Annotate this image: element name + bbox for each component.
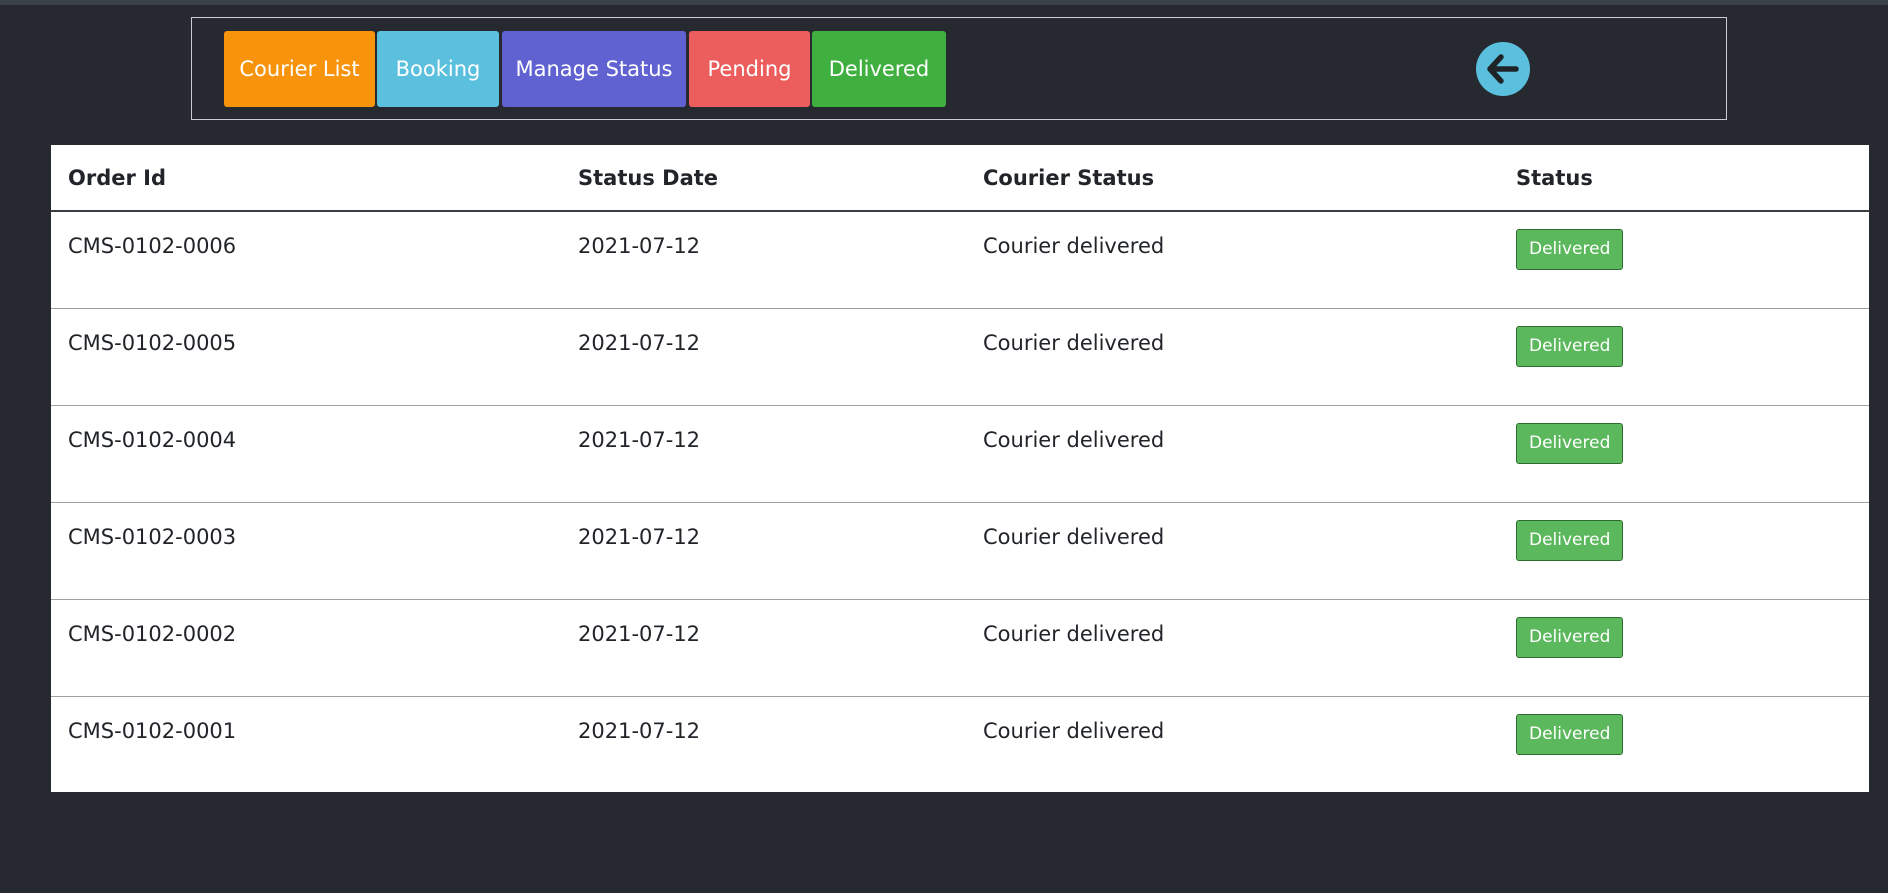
booking-button[interactable]: Booking bbox=[377, 31, 499, 107]
courier-status-cell: Courier delivered bbox=[966, 695, 1499, 793]
status-date-cell: 2021-07-12 bbox=[561, 598, 966, 696]
status-badge: Delivered bbox=[1516, 713, 1624, 755]
order-id-cell: CMS-0102-0003 bbox=[51, 501, 561, 599]
courier-status-cell: Courier delivered bbox=[966, 307, 1499, 405]
status-badge: Delivered bbox=[1516, 229, 1624, 270]
order-id: CMS-0102-0001 bbox=[68, 718, 237, 743]
delivered-button[interactable]: Delivered bbox=[812, 31, 946, 107]
status-cell: Delivered bbox=[1499, 598, 1869, 696]
table-row: CMS-0102-0006 2021-07-12 Courier deliver… bbox=[51, 211, 1869, 308]
courier-status: Courier delivered bbox=[983, 718, 1165, 743]
order-id-cell: CMS-0102-0005 bbox=[51, 307, 561, 405]
courier-status-cell: Courier delivered bbox=[966, 211, 1499, 308]
courier-status: Courier delivered bbox=[983, 427, 1165, 452]
courier-status: Courier delivered bbox=[983, 524, 1165, 549]
courier-status: Courier delivered bbox=[983, 234, 1165, 258]
status-date: 2021-07-12 bbox=[578, 234, 701, 258]
status-date: 2021-07-12 bbox=[578, 330, 701, 355]
status-date: 2021-07-12 bbox=[578, 621, 701, 646]
status-date: 2021-07-12 bbox=[578, 427, 701, 452]
status-badge: Delivered bbox=[1516, 422, 1624, 464]
status-date-cell: 2021-07-12 bbox=[561, 404, 966, 502]
header-status-date: Status Date bbox=[561, 145, 966, 212]
navbar: Courier List Booking Manage Status Pendi… bbox=[191, 17, 1727, 120]
status-table-container: Order Id Status Date Courier Status Stat… bbox=[51, 145, 1869, 793]
order-id-cell: CMS-0102-0001 bbox=[51, 695, 561, 793]
back-button[interactable] bbox=[1476, 42, 1530, 96]
courier-status: Courier delivered bbox=[983, 621, 1165, 646]
status-badge: Delivered bbox=[1516, 616, 1624, 658]
status-date-cell: 2021-07-12 bbox=[561, 695, 966, 793]
order-id: CMS-0102-0005 bbox=[68, 330, 237, 355]
table-row: CMS-0102-0001 2021-07-12 Courier deliver… bbox=[51, 695, 1869, 793]
order-id-cell: CMS-0102-0004 bbox=[51, 404, 561, 502]
header-status: Status bbox=[1499, 145, 1869, 212]
courier-list-button[interactable]: Courier List bbox=[224, 31, 375, 107]
status-date-cell: 2021-07-12 bbox=[561, 501, 966, 599]
status-date-cell: 2021-07-12 bbox=[561, 307, 966, 405]
status-cell: Delivered bbox=[1499, 501, 1869, 599]
order-id: CMS-0102-0003 bbox=[68, 524, 237, 549]
status-cell: Delivered bbox=[1499, 307, 1869, 405]
order-id-cell: CMS-0102-0006 bbox=[51, 211, 561, 308]
table-header-row: Order Id Status Date Courier Status Stat… bbox=[51, 145, 1869, 212]
order-id: CMS-0102-0004 bbox=[68, 427, 237, 452]
pending-button[interactable]: Pending bbox=[689, 31, 810, 107]
table-row: CMS-0102-0004 2021-07-12 Courier deliver… bbox=[51, 404, 1869, 502]
order-id: CMS-0102-0002 bbox=[68, 621, 237, 646]
arrow-left-icon bbox=[1487, 54, 1519, 84]
status-cell: Delivered bbox=[1499, 211, 1869, 308]
status-date-cell: 2021-07-12 bbox=[561, 211, 966, 308]
status-date: 2021-07-12 bbox=[578, 524, 701, 549]
courier-status-cell: Courier delivered bbox=[966, 598, 1499, 696]
status-table: Order Id Status Date Courier Status Stat… bbox=[51, 145, 1869, 793]
table-row: CMS-0102-0002 2021-07-12 Courier deliver… bbox=[51, 598, 1869, 696]
order-id-cell: CMS-0102-0002 bbox=[51, 598, 561, 696]
manage-status-button[interactable]: Manage Status bbox=[502, 31, 686, 107]
status-cell: Delivered bbox=[1499, 404, 1869, 502]
status-badge: Delivered bbox=[1516, 325, 1624, 367]
table-row: CMS-0102-0003 2021-07-12 Courier deliver… bbox=[51, 501, 1869, 599]
status-badge: Delivered bbox=[1516, 519, 1624, 561]
courier-status: Courier delivered bbox=[983, 330, 1165, 355]
table-row: CMS-0102-0005 2021-07-12 Courier deliver… bbox=[51, 307, 1869, 405]
status-cell: Delivered bbox=[1499, 695, 1869, 793]
courier-status-cell: Courier delivered bbox=[966, 501, 1499, 599]
top-border bbox=[0, 0, 1888, 5]
status-date: 2021-07-12 bbox=[578, 718, 701, 743]
header-courier-status: Courier Status bbox=[966, 145, 1499, 212]
order-id: CMS-0102-0006 bbox=[68, 234, 237, 258]
header-order-id: Order Id bbox=[51, 145, 561, 212]
courier-status-cell: Courier delivered bbox=[966, 404, 1499, 502]
